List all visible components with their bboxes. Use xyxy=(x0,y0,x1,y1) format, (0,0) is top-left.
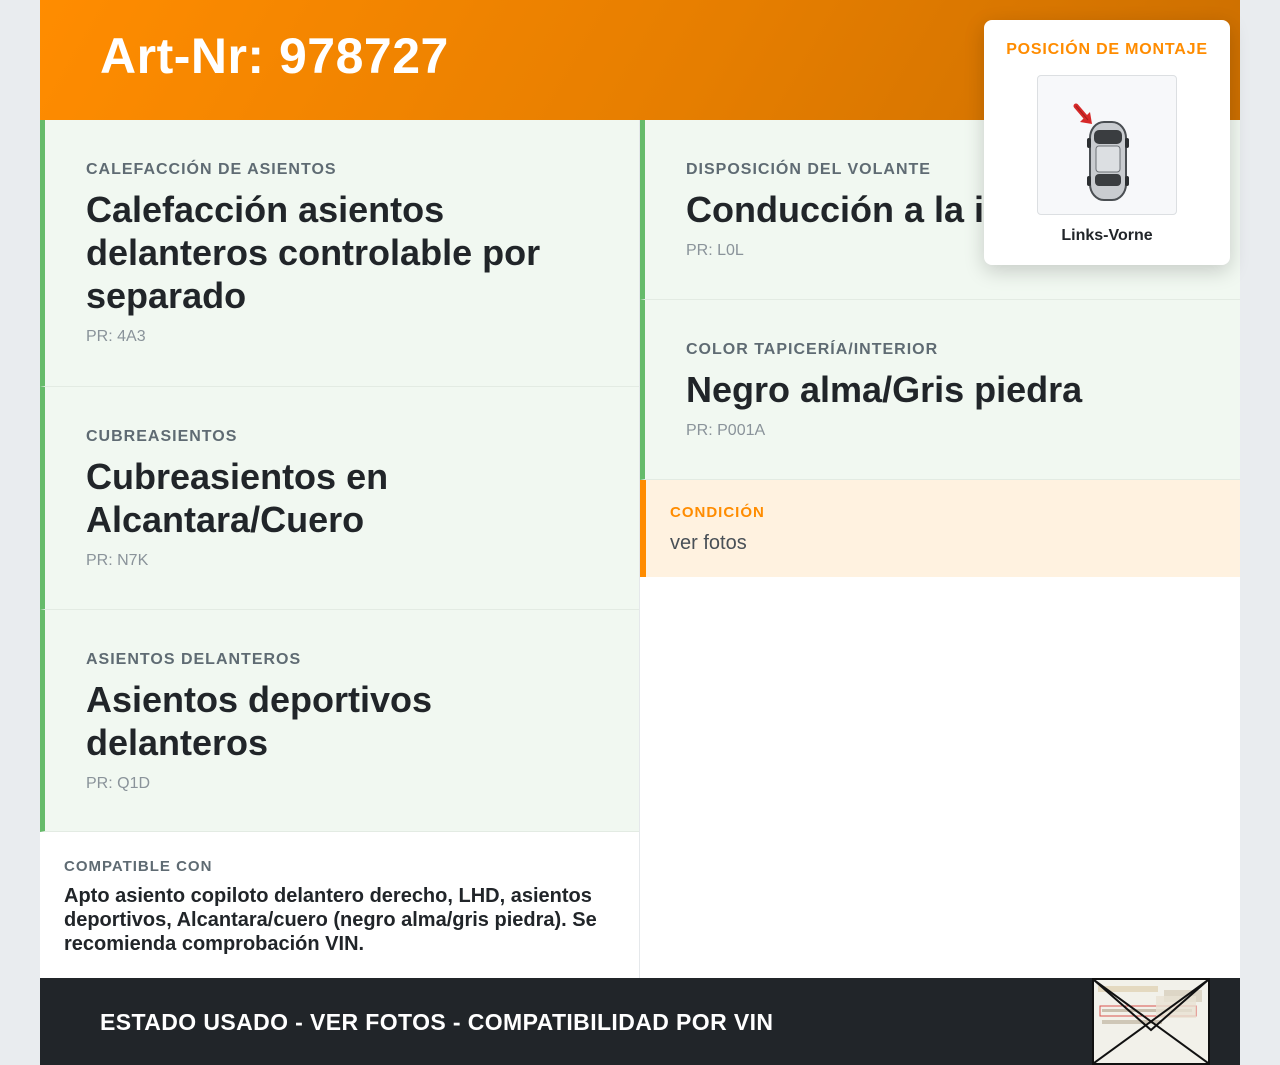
mount-position-caption: Links-Vorne xyxy=(1061,227,1153,244)
card-label: ASIENTOS DELANTEROS xyxy=(86,651,302,668)
footer-text: ESTADO USADO - VER FOTOS - COMPATIBILIDA… xyxy=(100,1009,774,1035)
compatibility-label: COMPATIBLE CON xyxy=(64,858,213,875)
condition-label: CONDICIÓN xyxy=(670,504,765,521)
card-seat-heating: CALEFACCIÓN DE ASIENTOS Calefacción asie… xyxy=(40,120,639,387)
mount-position-image xyxy=(1037,75,1177,215)
card-seat-covers: CUBREASIENTOS Cubreasientos en Alcantara… xyxy=(40,387,639,610)
condition-box: CONDICIÓN ver fotos xyxy=(640,480,1240,577)
compatibility-section: COMPATIBLE CON Apto asiento copiloto del… xyxy=(40,832,639,978)
front-left-arrow-icon xyxy=(1073,103,1092,124)
mount-position-title: POSICIÓN DE MONTAJE xyxy=(1006,41,1208,58)
card-pr-code: PR: 4A3 xyxy=(86,328,146,345)
card-value: Calefacción asientos delanteros controla… xyxy=(86,189,541,316)
condition-text: ver fotos xyxy=(670,532,747,554)
card-value: Cubreasientos en Alcantara/Cuero xyxy=(86,456,389,540)
card-label: CALEFACCIÓN DE ASIENTOS xyxy=(86,161,337,178)
vin-plate-image-icon xyxy=(1093,979,1209,1064)
article-number-title: Art-Nr: 978727 xyxy=(100,28,449,84)
card-label: CUBREASIENTOS xyxy=(86,428,238,445)
card-pr-code: PR: Q1D xyxy=(86,775,151,792)
card-pr-code: PR: N7K xyxy=(86,552,149,569)
card-label: COLOR TAPICERÍA/INTERIOR xyxy=(686,341,939,358)
left-column: CALEFACCIÓN DE ASIENTOS Calefacción asie… xyxy=(40,120,639,832)
card-upholstery-color: COLOR TAPICERÍA/INTERIOR Negro alma/Gris… xyxy=(640,300,1240,480)
card-value: Asientos deportivos delanteros xyxy=(86,679,433,763)
compatibility-text: Apto asiento copiloto delantero derecho,… xyxy=(64,885,597,955)
card-front-seats: ASIENTOS DELANTEROS Asientos deportivos … xyxy=(40,610,639,832)
card-pr-code: PR: P001A xyxy=(686,422,766,439)
footer-bar: ESTADO USADO - VER FOTOS - COMPATIBILIDA… xyxy=(40,978,1240,1065)
car-top-view-icon xyxy=(1073,103,1129,201)
card-value: Negro alma/Gris piedra xyxy=(686,369,1083,410)
mount-position-popup: POSICIÓN DE MONTAJE Links-Vorne xyxy=(984,20,1230,265)
vin-plate-thumbnail xyxy=(1092,978,1210,1065)
